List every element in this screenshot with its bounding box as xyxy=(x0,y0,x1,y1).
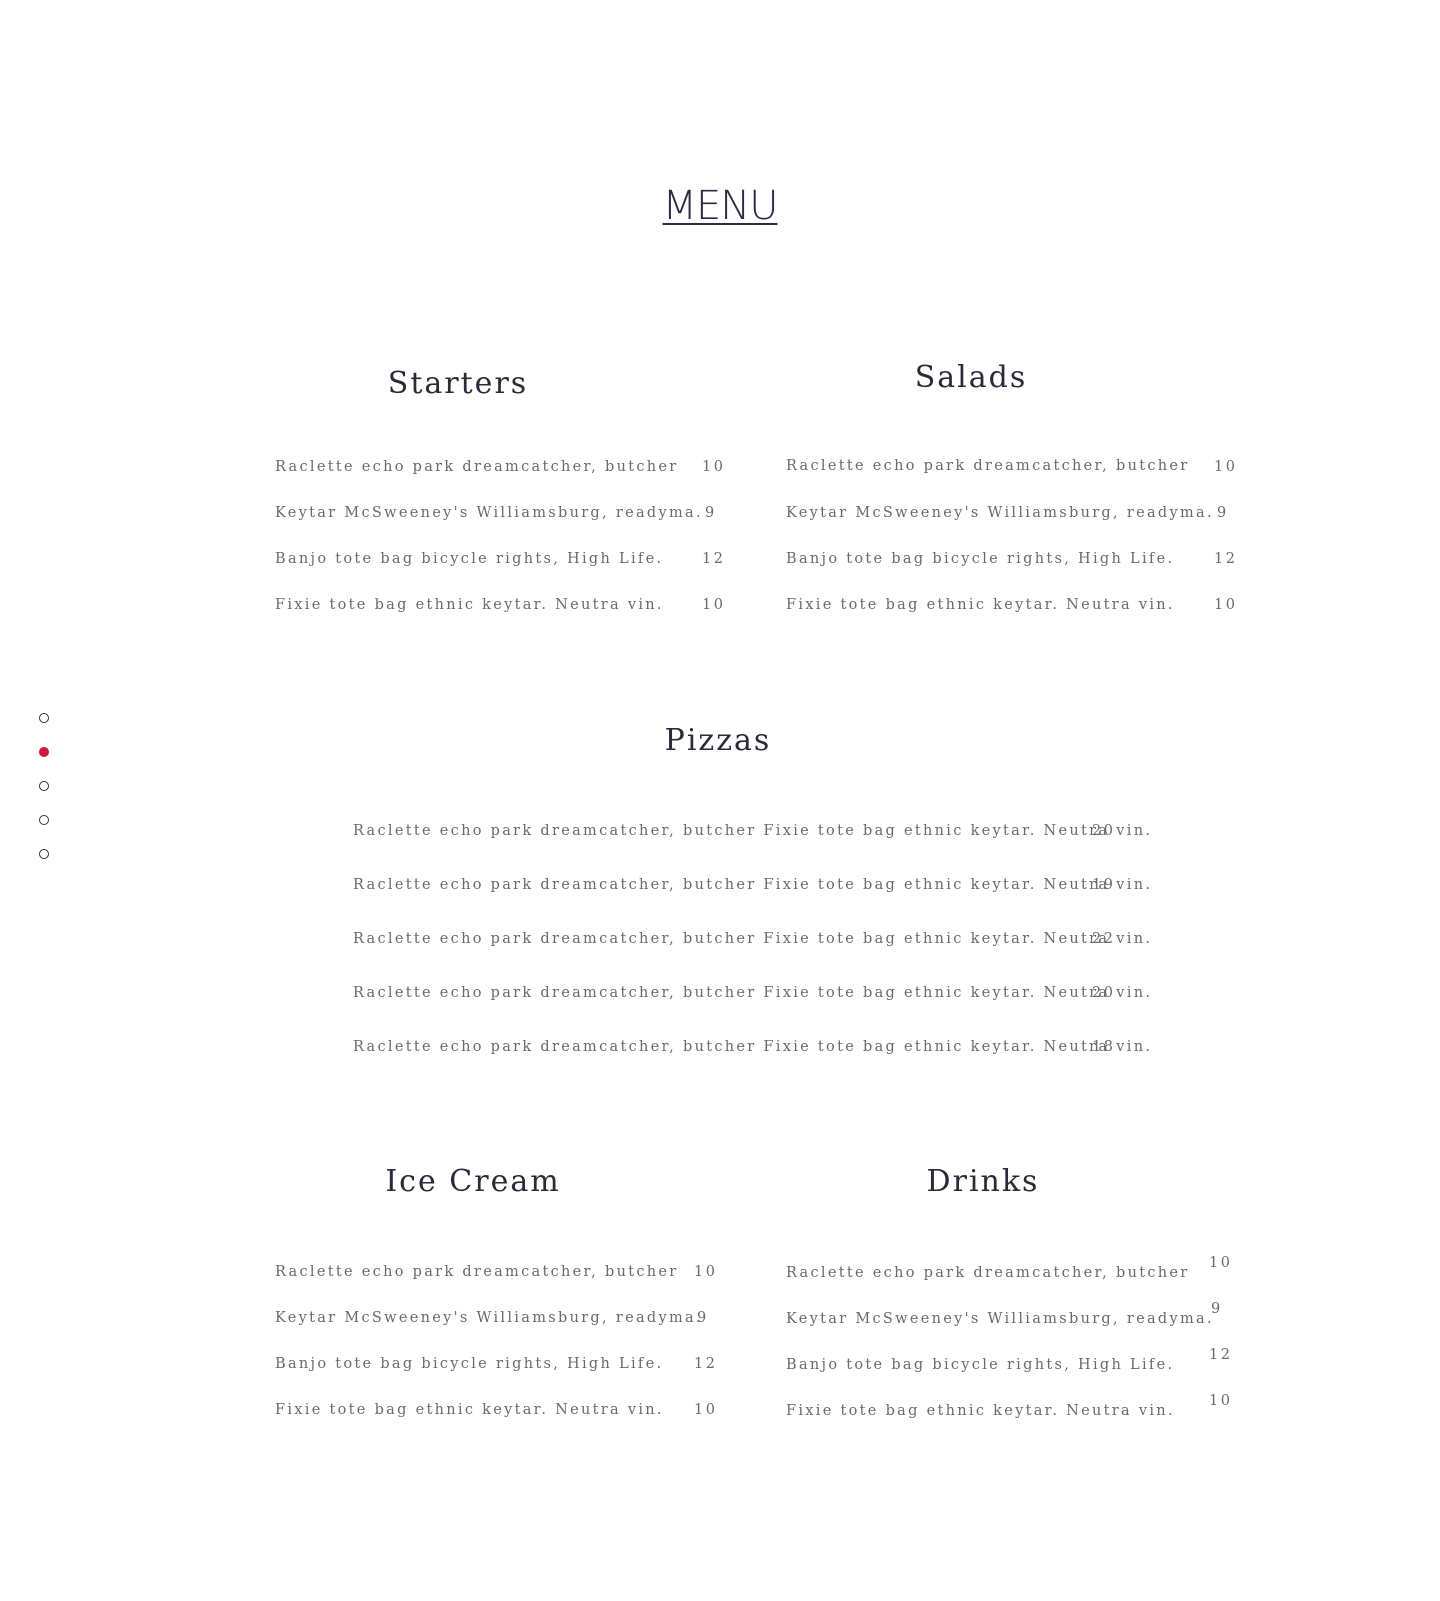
ice-cream-item-price: 12 xyxy=(694,1356,718,1372)
salads-item-price: 9 xyxy=(1217,505,1229,521)
ice-cream-title: Ice Cream xyxy=(385,1164,561,1199)
ice-cream-item-name: Keytar McSweeney's Williamsburg, readyma… xyxy=(275,1310,703,1326)
nav-dot-3[interactable] xyxy=(39,781,49,791)
salads-item-name: Fixie tote bag ethnic keytar. Neutra vin… xyxy=(786,597,1175,613)
starters-item-price: 12 xyxy=(702,551,726,567)
drinks-item-price: 9 xyxy=(1211,1301,1223,1317)
drinks-title: Drinks xyxy=(926,1164,1040,1199)
ice-cream-item-price: 10 xyxy=(694,1264,718,1280)
drinks-item-name: Banjo tote bag bicycle rights, High Life… xyxy=(786,1357,1175,1373)
pizzas-item-price: 18 xyxy=(1092,1039,1116,1055)
salads-item-price: 12 xyxy=(1214,551,1238,567)
salads-item-price: 10 xyxy=(1214,459,1238,475)
pizzas-item-price: 20 xyxy=(1092,985,1116,1001)
nav-dot-5[interactable] xyxy=(39,849,49,859)
ice-cream-item-name: Fixie tote bag ethnic keytar. Neutra vin… xyxy=(275,1402,664,1418)
ice-cream-item-name: Raclette echo park dreamcatcher, butcher xyxy=(275,1264,679,1280)
salads-item-name: Raclette echo park dreamcatcher, butcher xyxy=(786,458,1190,474)
starters-item-name: Raclette echo park dreamcatcher, butcher xyxy=(275,459,679,475)
drinks-item-price: 10 xyxy=(1209,1393,1233,1409)
salads-title: Salads xyxy=(914,360,1028,395)
pizzas-item-price: 22 xyxy=(1092,931,1116,947)
starters-item-name: Keytar McSweeney's Williamsburg, readyma… xyxy=(275,505,703,521)
starters-item-name: Banjo tote bag bicycle rights, High Life… xyxy=(275,551,664,567)
page-title: MENU xyxy=(662,183,779,229)
starters-item-price: 9 xyxy=(705,505,717,521)
salads-item-name: Banjo tote bag bicycle rights, High Life… xyxy=(786,551,1175,567)
ice-cream-item-price: 10 xyxy=(694,1402,718,1418)
nav-dot-1[interactable] xyxy=(39,713,49,723)
pizzas-item-name: Raclette echo park dreamcatcher, butcher… xyxy=(353,931,1153,947)
starters-item-price: 10 xyxy=(702,597,726,613)
pizzas-item-price: 20 xyxy=(1092,823,1116,839)
drinks-item-price: 12 xyxy=(1209,1347,1233,1363)
starters-item-name: Fixie tote bag ethnic keytar. Neutra vin… xyxy=(275,597,664,613)
ice-cream-item-price: 9 xyxy=(697,1310,709,1326)
pizzas-item-price: 19 xyxy=(1092,877,1116,893)
drinks-item-name: Keytar McSweeney's Williamsburg, readyma… xyxy=(786,1311,1214,1327)
drinks-item-price: 10 xyxy=(1209,1255,1233,1271)
pizzas-item-name: Raclette echo park dreamcatcher, butcher… xyxy=(353,823,1153,839)
starters-title: Starters xyxy=(387,366,529,401)
drinks-item-name: Fixie tote bag ethnic keytar. Neutra vin… xyxy=(786,1403,1175,1419)
ice-cream-item-name: Banjo tote bag bicycle rights, High Life… xyxy=(275,1356,664,1372)
nav-dot-4[interactable] xyxy=(39,815,49,825)
pizzas-item-name: Raclette echo park dreamcatcher, butcher… xyxy=(353,877,1153,893)
nav-dot-2-active[interactable] xyxy=(39,747,49,757)
salads-item-price: 10 xyxy=(1214,597,1238,613)
starters-item-price: 10 xyxy=(702,459,726,475)
pizzas-title: Pizzas xyxy=(664,723,772,758)
pizzas-item-name: Raclette echo park dreamcatcher, butcher… xyxy=(353,985,1153,1001)
drinks-item-name: Raclette echo park dreamcatcher, butcher xyxy=(786,1265,1190,1281)
salads-item-name: Keytar McSweeney's Williamsburg, readyma… xyxy=(786,505,1214,521)
pizzas-item-name: Raclette echo park dreamcatcher, butcher… xyxy=(353,1039,1153,1055)
